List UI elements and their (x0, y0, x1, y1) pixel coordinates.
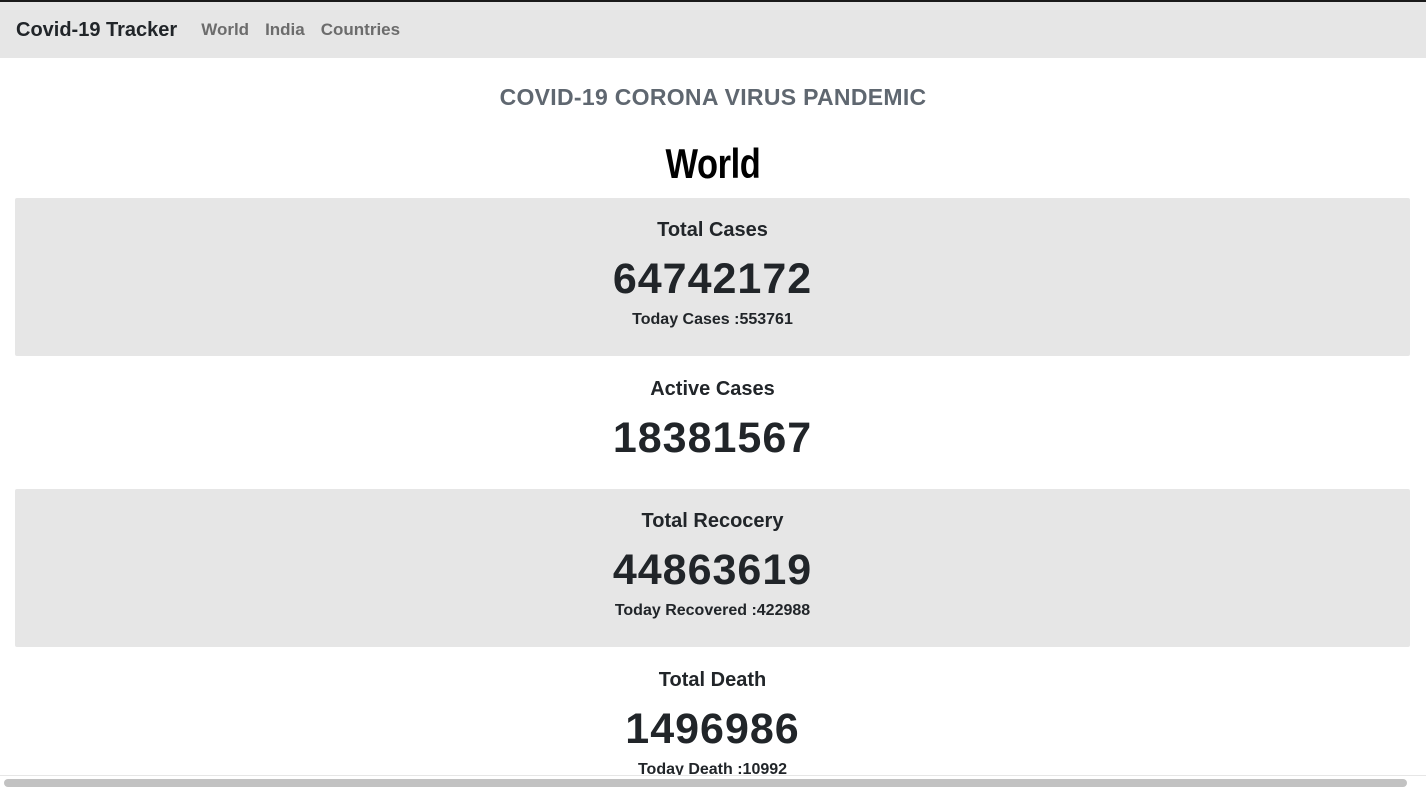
nav-link-countries[interactable]: Countries (321, 20, 400, 40)
today-cases-text: Today Cases :553761 (632, 311, 793, 328)
total-death-label: Total Death (658, 669, 767, 691)
total-death-card: Total Death 1496986 Today Death :10992 (15, 648, 1410, 775)
total-recovery-label: Total Recocery (641, 510, 784, 532)
active-cases-label: Active Cases (650, 378, 775, 400)
total-death-value: 1496986 (625, 705, 800, 753)
total-cases-card: Total Cases 64742172 Today Cases :553761 (15, 198, 1410, 356)
horizontal-scrollbar-thumb[interactable] (4, 779, 1407, 787)
total-cases-value: 64742172 (612, 255, 813, 303)
page-heading: COVID-19 CORONA VIRUS PANDEMIC (499, 84, 927, 110)
brand-link[interactable]: Covid-19 Tracker (16, 19, 177, 42)
total-recovery-card: Total Recocery 44863619 Today Recovered … (15, 489, 1410, 647)
total-cases-label: Total Cases (657, 219, 768, 241)
active-cases-value: 18381567 (612, 414, 813, 462)
region-title: World (665, 140, 761, 187)
today-recovered-text: Today Recovered :422988 (614, 602, 811, 619)
today-death-text: Today Death :10992 (637, 761, 788, 775)
nav-link-world[interactable]: World (201, 20, 249, 40)
total-recovery-value: 44863619 (612, 546, 813, 594)
active-cases-card: Active Cases 18381567 (15, 357, 1410, 488)
nav-link-india[interactable]: India (265, 20, 305, 40)
navbar: Covid-19 Tracker World India Countries (0, 2, 1426, 58)
